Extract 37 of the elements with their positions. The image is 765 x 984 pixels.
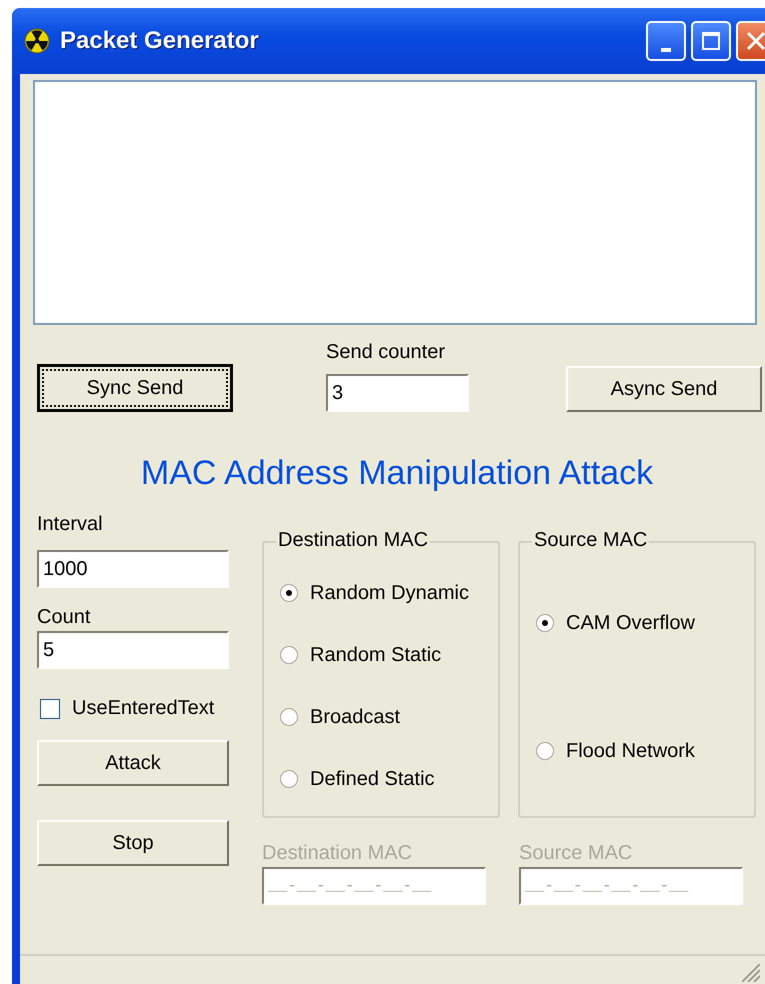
radio-button[interactable] [280,708,298,726]
attack-button[interactable]: Attack [37,740,229,786]
maximize-button[interactable] [691,21,731,61]
resize-grip-icon [742,964,760,982]
radiation-icon [24,28,50,54]
minimize-icon [661,48,671,52]
attack-heading: MAC Address Manipulation Attack [140,454,654,493]
interval-label: Interval [37,513,104,536]
window-title: Packet Generator [60,27,260,55]
radio-label: Defined Static [310,768,435,790]
radio-label: Random Dynamic [310,582,469,604]
send-counter-label: Send counter [326,341,446,364]
send-counter-field[interactable]: 3 [326,374,469,412]
radio-button[interactable] [280,584,298,602]
interval-field[interactable]: 1000 [37,550,229,588]
sync-send-button[interactable]: Sync Send [37,364,233,412]
output-text-area[interactable] [33,80,757,325]
radio-button[interactable] [536,742,554,760]
radio-label: Random Static [310,644,442,666]
radio-button[interactable] [536,614,554,632]
use-entered-text-checkbox[interactable] [40,698,60,718]
async-send-button[interactable]: Async Send [566,366,762,412]
radio-button[interactable] [280,646,298,664]
radio-label: Broadcast [310,706,400,728]
close-icon [745,30,765,52]
close-button[interactable] [736,21,765,61]
use-entered-text-label: UseEnteredText [72,697,214,720]
maximize-icon [701,31,721,51]
count-field[interactable]: 5 [37,631,229,669]
radio-label: CAM Overflow [566,612,695,634]
stop-button[interactable]: Stop [37,820,229,866]
count-label: Count [37,606,92,629]
radio-label: Flood Network [566,740,695,762]
minimize-button[interactable] [646,21,686,61]
mac-label: Destination MAC [262,842,414,865]
mac-label: Source MAC [519,842,634,865]
radio-button[interactable] [280,770,298,788]
